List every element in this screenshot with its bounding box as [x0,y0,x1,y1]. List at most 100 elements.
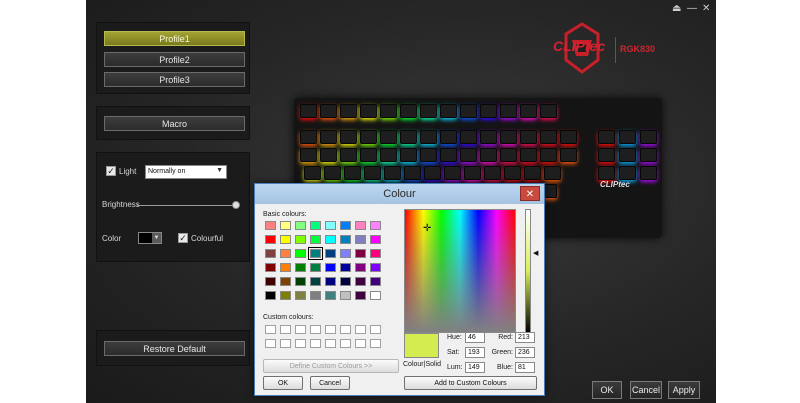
basic-colour-swatch[interactable] [325,249,336,258]
custom-colour-swatch[interactable] [370,339,381,348]
basic-colour-swatch[interactable] [295,277,306,286]
custom-colour-swatch[interactable] [295,339,306,348]
custom-colour-swatch[interactable] [265,325,276,334]
custom-colour-swatch[interactable] [370,325,381,334]
custom-colour-swatch[interactable] [355,325,366,334]
keyboard-key [619,130,636,144]
basic-colour-swatch[interactable] [370,277,381,286]
dialog-cancel-button[interactable]: Cancel [310,376,350,390]
restore-default-button[interactable]: Restore Default [104,341,245,356]
basic-colour-swatch[interactable] [355,249,366,258]
basic-colour-swatch[interactable] [370,235,381,244]
basic-colour-swatch[interactable] [325,277,336,286]
basic-colour-swatch[interactable] [370,263,381,272]
profile3-button[interactable]: Profile3 [104,72,245,87]
basic-colour-swatch[interactable] [340,263,351,272]
dialog-titlebar[interactable]: Colour ✕ [255,184,544,204]
basic-colour-swatch[interactable] [340,277,351,286]
custom-colour-swatch[interactable] [340,325,351,334]
define-custom-colours-button[interactable]: Define Custom Colours >> [263,359,399,373]
basic-colour-swatch[interactable] [265,263,276,272]
basic-colour-swatch[interactable] [280,291,291,300]
dialog-close-button[interactable]: ✕ [520,186,540,201]
light-checkbox[interactable]: ✓ [106,166,116,176]
basic-colour-swatch[interactable] [325,221,336,230]
add-to-custom-colours-button[interactable]: Add to Custom Colours [404,376,537,390]
basic-colour-swatch[interactable] [295,221,306,230]
macro-button[interactable]: Macro [104,116,245,131]
basic-colour-swatch[interactable] [340,235,351,244]
basic-colour-swatch[interactable] [295,235,306,244]
basic-colour-swatch[interactable] [310,291,321,300]
custom-colour-swatch[interactable] [280,339,291,348]
basic-colour-swatch[interactable] [280,277,291,286]
luminosity-arrow-icon[interactable]: ◀ [533,249,538,257]
basic-colour-swatch[interactable] [308,247,323,260]
minimize-button[interactable]: — [687,3,697,15]
brightness-slider-handle[interactable] [232,201,240,209]
ok-button[interactable]: OK [592,381,622,399]
light-mode-select[interactable]: Normally on ▼ [145,165,227,179]
basic-colour-swatch[interactable] [280,263,291,272]
luminosity-bar[interactable] [525,209,531,333]
keyboard-key [340,148,357,162]
basic-colour-swatch[interactable] [265,277,276,286]
colour-spectrum[interactable]: ✛ [404,209,516,333]
keyboard-key [340,104,357,118]
sat-input[interactable]: 193 [465,347,485,358]
basic-colour-swatch[interactable] [340,249,351,258]
cancel-button[interactable]: Cancel [630,381,662,399]
lum-input[interactable]: 149 [465,362,485,373]
basic-colour-swatch[interactable] [325,235,336,244]
custom-colour-swatch[interactable] [325,325,336,334]
colourful-checkbox[interactable]: ✓ [178,233,188,243]
basic-colour-swatch[interactable] [340,221,351,230]
basic-colour-swatch[interactable] [310,263,321,272]
custom-colour-swatch[interactable] [295,325,306,334]
custom-colour-swatch[interactable] [265,339,276,348]
basic-colour-swatch[interactable] [280,221,291,230]
color-picker-dropdown[interactable]: ▼ [138,232,162,244]
brightness-slider-track[interactable] [137,205,237,206]
hue-input[interactable]: 46 [465,332,485,343]
close-button[interactable]: ✕ [702,3,710,15]
basic-colour-swatch[interactable] [325,291,336,300]
basic-colour-swatch[interactable] [280,235,291,244]
basic-colour-swatch[interactable] [370,221,381,230]
eject-icon[interactable]: ⏏ [672,3,681,15]
custom-colour-swatch[interactable] [325,339,336,348]
basic-colour-swatch[interactable] [355,263,366,272]
basic-colour-swatch[interactable] [265,235,276,244]
basic-colour-swatch[interactable] [295,263,306,272]
basic-colour-swatch[interactable] [265,291,276,300]
basic-colour-swatch[interactable] [355,277,366,286]
red-input[interactable]: 213 [515,332,535,343]
basic-colour-swatch[interactable] [355,291,366,300]
basic-colour-swatch[interactable] [280,249,291,258]
basic-colour-swatch[interactable] [355,235,366,244]
custom-colour-swatch[interactable] [310,325,321,334]
dialog-ok-button[interactable]: OK [263,376,303,390]
custom-colour-swatch[interactable] [310,339,321,348]
green-input[interactable]: 236 [515,347,535,358]
basic-colour-swatch[interactable] [295,291,306,300]
basic-colour-swatch[interactable] [265,249,276,258]
custom-colour-swatch[interactable] [355,339,366,348]
apply-button[interactable]: Apply [668,381,700,399]
basic-colour-swatch[interactable] [295,249,306,258]
basic-colour-swatch[interactable] [340,291,351,300]
basic-colour-swatch[interactable] [355,221,366,230]
basic-colour-swatch[interactable] [310,235,321,244]
basic-colour-swatch[interactable] [370,291,381,300]
brightness-label: Brightness [102,200,140,209]
basic-colour-swatch[interactable] [310,221,321,230]
basic-colour-swatch[interactable] [310,277,321,286]
basic-colour-swatch[interactable] [370,249,381,258]
basic-colour-swatch[interactable] [325,263,336,272]
basic-colour-swatch[interactable] [265,221,276,230]
profile1-button[interactable]: Profile1 [104,31,245,46]
custom-colour-swatch[interactable] [340,339,351,348]
custom-colour-swatch[interactable] [280,325,291,334]
blue-input[interactable]: 81 [515,362,535,373]
profile2-button[interactable]: Profile2 [104,52,245,67]
